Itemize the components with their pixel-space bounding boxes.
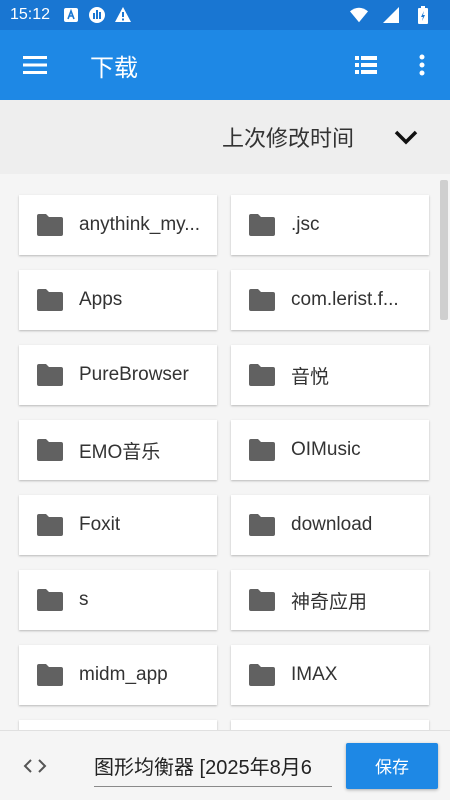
folder-name: PureBrowser	[79, 364, 189, 385]
folder-icon	[249, 514, 275, 536]
wifi-icon	[350, 6, 368, 24]
list-view-icon[interactable]	[338, 30, 394, 100]
folder-icon	[37, 214, 63, 236]
folder-item[interactable]: PureBrowser	[19, 345, 217, 405]
folder-name: 神奇应用	[291, 591, 368, 613]
folder-icon	[249, 664, 275, 686]
folder-item[interactable]	[19, 720, 217, 730]
battery-icon	[414, 6, 432, 24]
folder-name: anythink_my...	[79, 214, 201, 235]
page-title: 下载	[90, 54, 138, 82]
folder-icon	[249, 589, 275, 611]
folder-item[interactable]: anythink_my...	[19, 195, 217, 255]
folder-name: download	[291, 514, 373, 535]
folder-item[interactable]: Apps	[19, 270, 217, 330]
folder-name: com.lerist.f...	[291, 289, 399, 310]
folder-icon	[37, 439, 63, 461]
folder-name: EMO音乐	[79, 441, 161, 463]
folder-item[interactable]: download	[231, 495, 429, 555]
folder-item[interactable]: 神奇应用	[231, 570, 429, 630]
folder-item[interactable]: Foxit	[19, 495, 217, 555]
filename-input[interactable]: 图形均衡器 [2025年8月6	[94, 745, 332, 787]
folder-item[interactable]: IMAX	[231, 645, 429, 705]
warning-icon	[114, 6, 132, 24]
folder-icon	[249, 214, 275, 236]
folder-icon	[37, 364, 63, 386]
folder-name: IMAX	[291, 664, 338, 685]
folder-item[interactable]: OIMusic	[231, 420, 429, 480]
sort-bar[interactable]: 上次修改时间	[0, 100, 450, 174]
app-bar: 下载	[0, 30, 450, 100]
status-time: 15:12	[10, 6, 51, 23]
folder-name: s	[79, 589, 89, 610]
bottom-bar: 图形均衡器 [2025年8月6 保存	[0, 730, 450, 800]
status-bar: 15:12	[0, 0, 450, 30]
podcast-icon	[88, 6, 106, 24]
folder-name: Foxit	[79, 514, 121, 535]
folder-icon	[37, 289, 63, 311]
folder-item[interactable]: midm_app	[19, 645, 217, 705]
folder-item[interactable]: EMO音乐	[19, 420, 217, 480]
folder-name: midm_app	[79, 664, 168, 685]
folder-item[interactable]: .jsc	[231, 195, 429, 255]
folder-name: 音悦	[291, 366, 330, 388]
folder-icon	[37, 664, 63, 686]
a-notification-icon	[62, 6, 80, 24]
folder-list[interactable]: anythink_my... .jsc Apps com.lerist.f... Pur…	[0, 174, 450, 730]
folder-item[interactable]	[231, 720, 429, 730]
chevron-down-icon[interactable]	[392, 123, 420, 151]
signal-icon	[382, 6, 400, 24]
folder-name: .jsc	[291, 214, 320, 235]
folder-item[interactable]: com.lerist.f...	[231, 270, 429, 330]
scrollbar[interactable]	[440, 180, 448, 320]
folder-icon	[37, 514, 63, 536]
code-brackets-icon[interactable]	[0, 731, 70, 800]
folder-name: OIMusic	[291, 439, 361, 460]
sort-label[interactable]: 上次修改时间	[222, 121, 354, 153]
folder-icon	[249, 289, 275, 311]
save-button[interactable]: 保存	[346, 742, 438, 789]
folder-icon	[249, 364, 275, 386]
folder-name: Apps	[79, 289, 123, 310]
folder-icon	[37, 589, 63, 611]
more-vert-icon[interactable]	[394, 30, 450, 100]
folder-icon	[249, 439, 275, 461]
folder-item[interactable]: 音悦	[231, 345, 429, 405]
hamburger-menu-icon[interactable]	[0, 30, 70, 100]
folder-item[interactable]: s	[19, 570, 217, 630]
